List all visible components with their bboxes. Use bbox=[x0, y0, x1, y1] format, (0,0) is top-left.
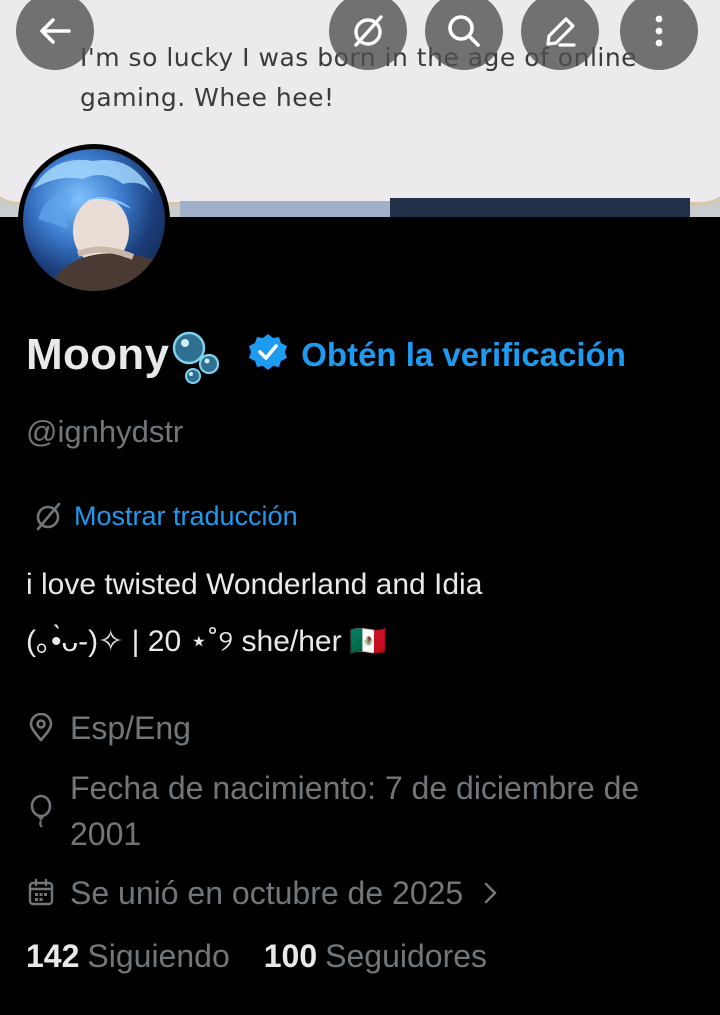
back-arrow-icon bbox=[40, 18, 71, 44]
location-row: Esp/Eng bbox=[26, 705, 670, 751]
following-stat[interactable]: 142 Siguiendo bbox=[26, 938, 230, 975]
chevron-right-icon bbox=[481, 870, 499, 916]
verified-badge-icon[interactable] bbox=[247, 332, 289, 379]
joined-text: Se unió en octubre de 2025 bbox=[70, 875, 464, 911]
edit-pencil-icon bbox=[546, 17, 576, 47]
joined-row[interactable]: Se unió en octubre de 2025 bbox=[26, 870, 499, 916]
profile-bio: i love twisted Wonderland and Idia (｡•̀ᴗ… bbox=[26, 556, 696, 670]
followers-label: Seguidores bbox=[325, 938, 488, 974]
location-text: Esp/Eng bbox=[70, 710, 191, 746]
location-pin-icon bbox=[26, 705, 56, 751]
translate-icon bbox=[354, 15, 383, 47]
calendar-icon bbox=[26, 870, 56, 916]
balloon-icon bbox=[26, 765, 56, 857]
banner-stripe-dark bbox=[390, 198, 690, 217]
show-translation-label: Mostrar traducción bbox=[74, 500, 298, 531]
birthday-text: Fecha de nacimiento: 7 de diciembre de 2… bbox=[70, 770, 640, 852]
username-handle: @ignhydstr bbox=[26, 414, 184, 449]
translate-icon bbox=[36, 502, 61, 531]
display-name: Moony bbox=[26, 330, 170, 379]
get-verified-link[interactable]: Obtén la verificación bbox=[301, 336, 626, 374]
profile-avatar[interactable] bbox=[18, 144, 170, 296]
following-count: 142 bbox=[26, 938, 80, 974]
follow-stats: 142 Siguiendo 100 Seguidores bbox=[26, 938, 487, 975]
avatar-image bbox=[23, 149, 165, 291]
search-icon bbox=[448, 15, 480, 47]
bio-line: (｡•̀ᴗ-)✧ | 20 ⋆˚୨ she/her 🇲🇽 bbox=[26, 625, 388, 658]
name-row: Moony Obtén la verificación bbox=[26, 330, 626, 384]
more-vertical-icon bbox=[655, 15, 663, 47]
followers-count: 100 bbox=[263, 938, 318, 974]
bio-line: i love twisted Wonderland and Idia bbox=[26, 568, 483, 601]
birthday-row: Fecha de nacimiento: 7 de diciembre de 2… bbox=[26, 765, 670, 857]
followers-stat[interactable]: 100 Seguidores bbox=[264, 938, 487, 975]
bubbles-emoji bbox=[169, 330, 229, 384]
show-translation-link[interactable]: Mostrar traducción bbox=[32, 500, 298, 532]
following-label: Siguiendo bbox=[87, 938, 230, 974]
